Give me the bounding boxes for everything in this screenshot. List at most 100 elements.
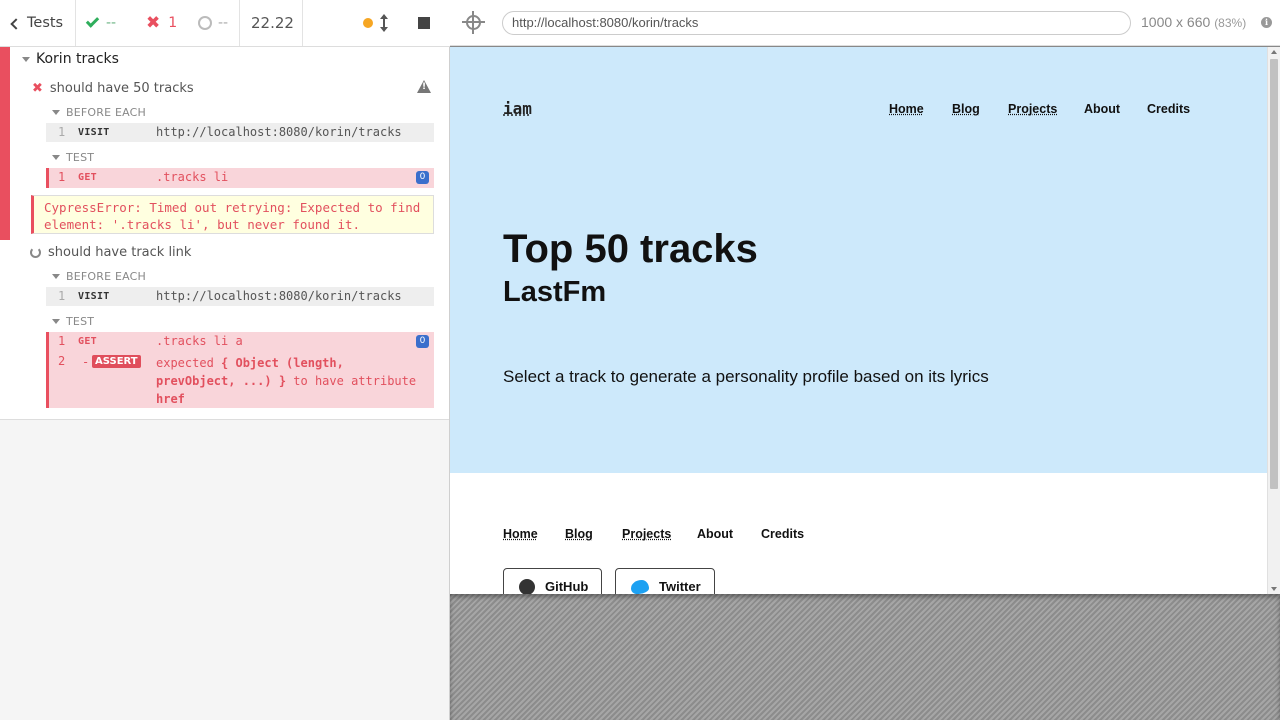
caret-down-icon <box>52 274 60 279</box>
warning-icon[interactable] <box>417 80 431 93</box>
info-icon[interactable]: i <box>1261 17 1272 28</box>
failed-x-icon: ✖ <box>32 81 43 96</box>
github-icon <box>519 579 535 594</box>
site-logo[interactable]: iam <box>503 99 532 118</box>
command-name: GET <box>78 172 97 183</box>
test-title[interactable]: should have track link <box>30 245 191 260</box>
suite-title-text: Korin tracks <box>36 51 119 67</box>
pending-ring-icon <box>198 16 212 30</box>
footer-nav-blog[interactable]: Blog <box>565 527 593 541</box>
check-icon <box>85 14 100 28</box>
reporter-panel: Tests -- ✖ 1 -- 22.22 Korin tracks ✖ sho… <box>0 0 450 720</box>
tests-label: Tests <box>27 15 64 31</box>
assert-subject: prevObject, ...) } <box>156 374 287 388</box>
hook-before-each[interactable]: BEFORE EACH <box>52 106 146 119</box>
hook-label: BEFORE EACH <box>66 106 147 119</box>
tests-back-button[interactable]: Tests <box>10 0 64 46</box>
command-assert[interactable]: 2 - ASSERT expected { Object (length, pr… <box>49 352 434 408</box>
scroll-up-icon[interactable] <box>1271 50 1277 54</box>
selector-playground-icon[interactable] <box>462 11 485 34</box>
command-message: http://localhost:8080/korin/tracks <box>156 289 402 303</box>
command-visit[interactable]: 1 VISIT http://localhost:8080/korin/trac… <box>46 287 434 306</box>
stop-button[interactable] <box>418 17 430 29</box>
assert-subject: { Object (length, <box>221 356 344 370</box>
error-message: CypressError: Timed out retrying: Expect… <box>31 195 434 234</box>
viewport-info: 1000 x 660 (83%) <box>1141 14 1246 30</box>
failed-value: 1 <box>168 15 178 31</box>
scroll-down-icon[interactable] <box>1271 587 1277 591</box>
aut-header: http://localhost:8080/korin/tracks 1000 … <box>450 0 1280 46</box>
running-spinner-icon <box>30 247 41 258</box>
command-message: http://localhost:8080/korin/tracks <box>156 125 402 139</box>
assert-value: href <box>156 392 185 406</box>
app-iframe: iam Home Blog Projects About Credits Top… <box>450 47 1280 594</box>
assert-badge: ASSERT <box>92 355 141 368</box>
url-display[interactable]: http://localhost:8080/korin/tracks <box>502 11 1131 35</box>
auto-scroll-toggle-icon[interactable] <box>379 14 389 32</box>
element-count-badge: 0 <box>416 335 429 348</box>
caret-down-icon <box>52 319 60 324</box>
nav-blog[interactable]: Blog <box>952 102 980 116</box>
footer-nav-projects[interactable]: Projects <box>622 527 671 541</box>
nav-about[interactable]: About <box>1084 102 1120 116</box>
divider <box>239 0 240 46</box>
passed-count: -- <box>85 0 117 46</box>
command-message: .tracks li a <box>156 334 243 348</box>
command-message: .tracks li <box>156 170 229 184</box>
chevron-left-icon <box>10 17 22 30</box>
hook-before-each[interactable]: BEFORE EACH <box>52 270 146 283</box>
footer-nav-credits[interactable]: Credits <box>761 527 804 541</box>
test-title-text: should have track link <box>48 245 192 260</box>
command-number: 1 <box>58 125 66 139</box>
test-title-text: should have 50 tracks <box>49 81 194 96</box>
test-title[interactable]: ✖ should have 50 tracks <box>32 81 194 96</box>
nav-projects[interactable]: Projects <box>1008 102 1057 116</box>
page-subtitle: LastFm <box>503 276 607 308</box>
command-visit[interactable]: 1 VISIT http://localhost:8080/korin/trac… <box>46 123 434 142</box>
failed-count: ✖ 1 <box>146 0 177 46</box>
x-icon: ✖ <box>146 13 161 33</box>
nav-home[interactable]: Home <box>889 102 924 116</box>
viewport-background <box>450 594 1280 720</box>
github-button[interactable]: GitHub <box>503 568 603 594</box>
command-get[interactable]: 1 GET .tracks li 0 <box>46 168 434 188</box>
divider <box>302 0 303 46</box>
assert-text: expected <box>156 356 214 370</box>
footer-nav-home[interactable]: Home <box>503 527 538 541</box>
command-number: 1 <box>58 334 66 348</box>
caret-down-icon <box>22 56 30 62</box>
hook-label: TEST <box>66 315 95 328</box>
aut-panel: http://localhost:8080/korin/tracks 1000 … <box>450 0 1280 720</box>
command-number: 1 <box>58 170 66 184</box>
footer-nav-about[interactable]: About <box>697 527 733 541</box>
assert-dash: - <box>82 355 90 369</box>
twitter-button[interactable]: Twitter <box>615 568 715 594</box>
scrollbar-thumb[interactable] <box>1270 59 1278 489</box>
command-number: 1 <box>58 289 66 303</box>
pending-value: -- <box>218 15 229 31</box>
command-get[interactable]: 1 GET .tracks li a 0 <box>49 332 434 352</box>
hook-label: BEFORE EACH <box>66 270 147 283</box>
hook-label: TEST <box>66 151 95 164</box>
runnables-list: Korin tracks ✖ should have 50 tracks BEF… <box>0 47 449 420</box>
hook-test[interactable]: TEST <box>52 151 94 164</box>
command-name: GET <box>78 336 97 347</box>
suite-title[interactable]: Korin tracks <box>22 51 119 67</box>
assert-text: to have attribute <box>293 374 417 388</box>
command-name: VISIT <box>78 291 110 302</box>
stats-bar: Tests -- ✖ 1 -- 22.22 <box>0 0 450 47</box>
command-number: 2 <box>58 354 66 368</box>
viewport-dimensions: 1000 x 660 <box>1141 14 1211 30</box>
twitter-label: Twitter <box>659 579 701 594</box>
passed-value: -- <box>106 15 117 31</box>
assert-message: expected { Object (length, prevObject, .… <box>156 354 431 408</box>
nav-credits[interactable]: Credits <box>1147 102 1190 116</box>
running-status-dot <box>363 18 373 28</box>
caret-down-icon <box>52 110 60 115</box>
element-count-badge: 0 <box>416 171 429 184</box>
hook-test[interactable]: TEST <box>52 315 94 328</box>
iframe-scrollbar[interactable] <box>1267 47 1280 594</box>
page-description: Select a track to generate a personality… <box>503 367 989 386</box>
viewport-scale: (83%) <box>1214 16 1247 30</box>
pending-count: -- <box>198 0 228 46</box>
